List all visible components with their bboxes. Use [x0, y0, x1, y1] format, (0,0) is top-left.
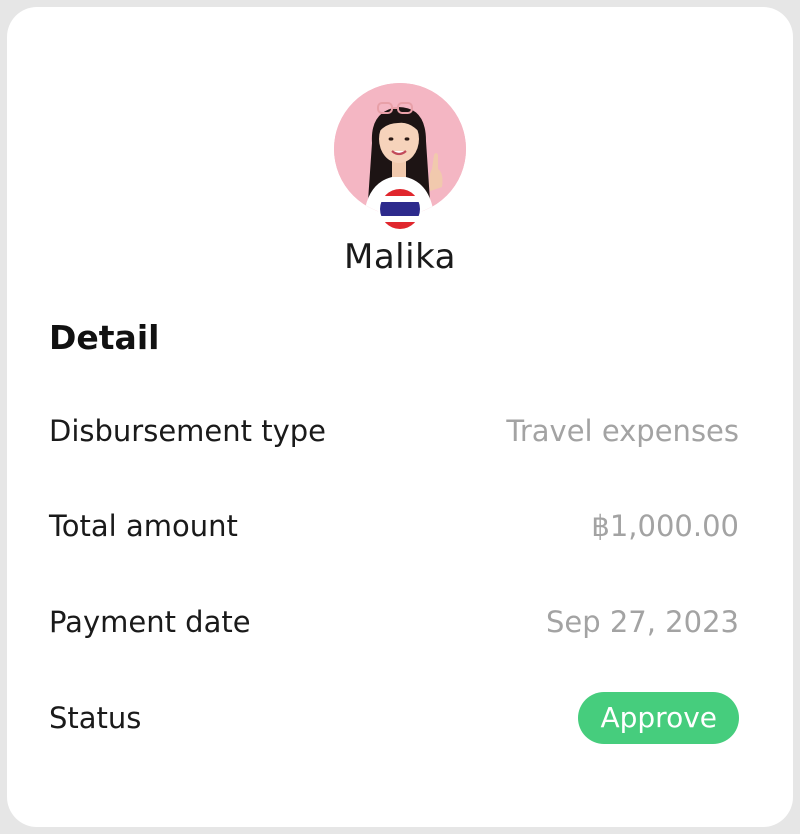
- detail-row-label: Disbursement type: [49, 414, 327, 448]
- avatar-container: [334, 83, 466, 231]
- detail-row-label: Status: [49, 701, 142, 735]
- detail-row-payment-date: Payment date Sep 27, 2023: [49, 598, 739, 646]
- detail-row-value: ฿1,000.00: [591, 509, 739, 543]
- status-badge: Approve: [578, 692, 739, 744]
- detail-row-value: Sep 27, 2023: [545, 605, 739, 639]
- detail-row-status: Status Approve: [49, 692, 739, 744]
- detail-row-label: Total amount: [49, 509, 238, 543]
- detail-section-title: Detail: [49, 318, 160, 357]
- thailand-flag-icon: [378, 187, 422, 231]
- detail-card: Malika Detail Disbursement type Travel e…: [7, 7, 793, 827]
- detail-row-value: Travel expenses: [506, 414, 739, 448]
- profile-name: Malika: [344, 237, 456, 277]
- detail-row-total-amount: Total amount ฿1,000.00: [49, 502, 739, 550]
- detail-row-label: Payment date: [49, 605, 251, 639]
- detail-row-disbursement-type: Disbursement type Travel expenses: [49, 407, 739, 455]
